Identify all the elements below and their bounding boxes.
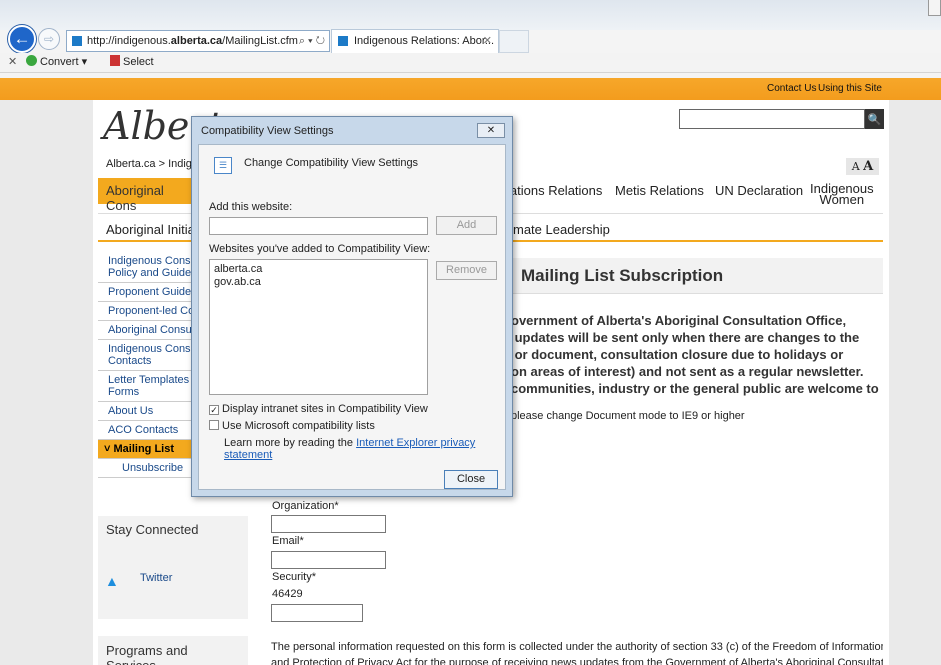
site-favicon-icon	[72, 36, 82, 46]
programs-services-heading[interactable]: Programs and Services	[98, 636, 248, 665]
address-bar[interactable]: http://indigenous.alberta.ca/MailingList…	[66, 30, 330, 52]
intranet-label: Display intranet sites in Compatibility …	[222, 403, 428, 415]
convert-button[interactable]: Convert ▾	[26, 53, 87, 72]
sidebar-item-mailing-list-label: Mailing List	[113, 443, 175, 455]
left-margin	[0, 100, 93, 665]
stay-connected-heading: Stay Connected	[106, 522, 199, 537]
remove-button[interactable]: Remove	[436, 261, 497, 280]
url-path: /MailingList.cfm	[222, 35, 298, 47]
list-item[interactable]: alberta.ca	[214, 263, 423, 276]
add-website-label: Add this website:	[209, 201, 293, 213]
list-item[interactable]: gov.ab.ca	[214, 276, 423, 289]
url-host: alberta.ca	[170, 35, 223, 47]
compatibility-view-dialog: Compatibility View Settings ✕ ☰ Change C…	[191, 116, 513, 497]
page-title: Mailing List Subscription	[521, 266, 724, 285]
compat-view-icon: ☰	[214, 157, 232, 174]
add-website-input[interactable]	[209, 217, 428, 235]
font-small[interactable]: A	[852, 160, 860, 173]
window-button[interactable]	[928, 0, 941, 16]
websites-list-label: Websites you've added to Compatibility V…	[209, 243, 431, 255]
websites-list[interactable]: alberta.ca gov.ab.ca	[209, 259, 428, 395]
privacy-notice: The personal information requested on th…	[271, 641, 883, 665]
right-margin	[889, 100, 941, 665]
select-button[interactable]: Select	[110, 53, 154, 72]
font-size-toggle[interactable]: A A	[846, 158, 879, 175]
nav-aboriginal-initiatives[interactable]: Aboriginal Initiat	[106, 222, 199, 237]
forward-button[interactable]: ⇨	[38, 28, 60, 50]
nav-indigenous-women[interactable]: Indigenous Women	[810, 182, 874, 206]
ms-lists-label: Use Microsoft compatibility lists	[222, 420, 375, 432]
tab-favicon-icon	[338, 36, 348, 46]
search-icon[interactable]: 🔍	[865, 109, 884, 129]
nav-climate-leadership[interactable]: mate Leadership	[513, 222, 610, 237]
back-button[interactable]: ←	[8, 25, 36, 53]
nav-aboriginal-consultation[interactable]: Aboriginal Cons	[98, 178, 193, 213]
search-input[interactable]	[679, 109, 865, 129]
title-strip	[0, 0, 941, 30]
nav-un-declaration[interactable]: UN Declaration	[715, 183, 803, 198]
contact-us-link[interactable]: Contact Us	[767, 83, 816, 94]
chevron-down-icon: ˅	[104, 443, 111, 455]
security-label: Security*	[272, 571, 317, 583]
twitter-link[interactable]: Twitter	[140, 572, 172, 584]
intranet-checkbox-row[interactable]: ✓ Display intranet sites in Compatibility…	[209, 403, 428, 415]
close-button[interactable]: Close	[444, 470, 498, 489]
learn-more-prefix: Learn more by reading the	[224, 437, 357, 449]
convert-label: Convert ▾	[40, 56, 88, 68]
font-large[interactable]: A	[863, 159, 873, 174]
organization-label: Organization*	[272, 500, 339, 512]
security-code: 46429	[272, 588, 303, 600]
learn-more-text: Learn more by reading the Internet Explo…	[224, 437, 505, 461]
dialog-heading: Change Compatibility View Settings	[244, 157, 419, 169]
convert-icon	[26, 55, 37, 66]
stay-connected-box: Stay Connected ▲ Twitter	[98, 516, 248, 619]
email-label: Email*	[272, 535, 304, 547]
new-tab-button[interactable]	[499, 30, 529, 53]
select-label: Select	[123, 56, 154, 68]
dialog-body: ☰ Change Compatibility View Settings Add…	[198, 144, 506, 490]
checkbox-icon[interactable]	[209, 420, 219, 430]
intro-text: overnment of Alberta's Aboriginal Consul…	[511, 313, 879, 396]
nav-first-nations-relations[interactable]: lations Relations	[507, 183, 602, 198]
tab-close-icon[interactable]: ✕	[483, 30, 492, 52]
dialog-close-icon[interactable]: ✕	[477, 123, 505, 138]
security-field[interactable]	[271, 604, 363, 622]
add-button[interactable]: Add	[436, 216, 497, 235]
commandbar-close-icon[interactable]: ✕	[8, 53, 17, 72]
organization-field[interactable]	[271, 515, 386, 533]
address-controls[interactable]: ⌕ ▾ ↻	[299, 31, 325, 51]
browser-chrome: ← ⇨ http://indigenous.alberta.ca/Mailing…	[0, 0, 941, 78]
dialog-title: Compatibility View Settings	[201, 125, 334, 137]
twitter-bird-icon[interactable]: ▲	[105, 573, 119, 589]
checkbox-checked-icon[interactable]: ✓	[209, 405, 219, 415]
command-bar: ✕ Convert ▾ Select	[0, 53, 941, 73]
document-mode-warning: please change Document mode to IE9 or hi…	[511, 410, 745, 422]
url-prefix: http://indigenous.	[87, 35, 171, 47]
ms-lists-checkbox-row[interactable]: Use Microsoft compatibility lists	[209, 420, 375, 432]
browser-tab[interactable]: Indigenous Relations: Abor... ✕	[331, 29, 499, 53]
email-field[interactable]	[271, 551, 386, 569]
nav-metis-relations[interactable]: Metis Relations	[615, 183, 704, 198]
breadcrumb[interactable]: Alberta.ca > Indige	[106, 158, 198, 170]
select-icon	[110, 55, 120, 66]
tab-title: Indigenous Relations: Abor...	[354, 35, 495, 47]
using-site-link[interactable]: Using this Site	[818, 83, 882, 94]
